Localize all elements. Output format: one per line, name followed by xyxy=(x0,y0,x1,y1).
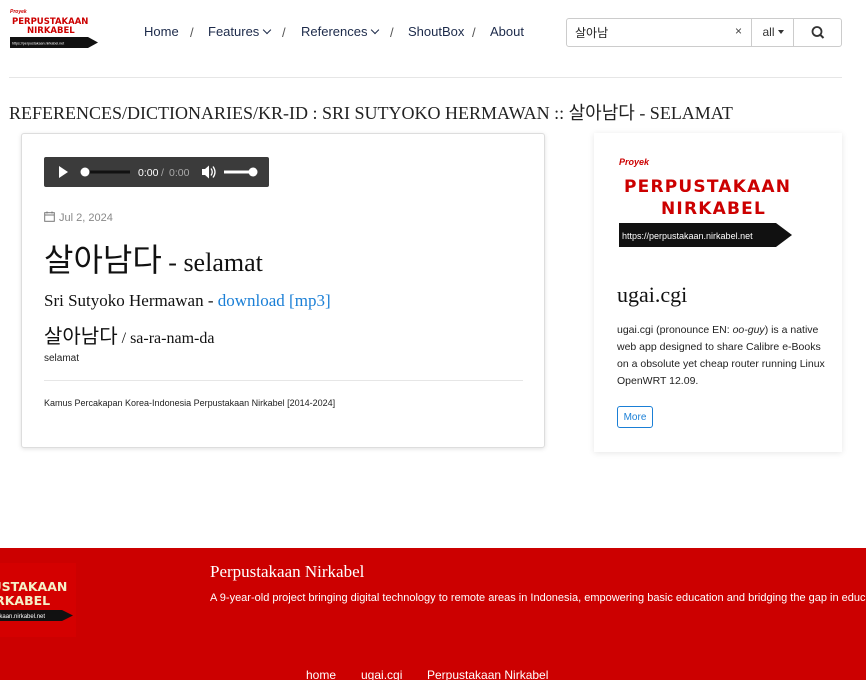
entry-author: Sri Sutyoko Hermawan - download [mp3] xyxy=(44,291,331,311)
sidebar-logo-url: https://perpustakaan.nirkabel.net xyxy=(622,231,753,241)
footer-logo-crop: PERPUSTAKAAN NIRKABEL https://perpustaka… xyxy=(0,563,76,637)
search-icon xyxy=(811,26,825,39)
entry-meaning: selamat xyxy=(44,353,80,364)
footer-logo-line2: NIRKABEL xyxy=(0,593,50,608)
sidebar-desc-prefix: ugai.cgi (pronounce EN: xyxy=(617,324,733,336)
sidebar-logo-line2: NIRKABEL xyxy=(661,199,766,219)
nav-separator: / xyxy=(190,25,194,40)
chevron-down-icon xyxy=(371,25,380,35)
sidebar-logo-line1: PERPUSTAKAAN xyxy=(624,177,791,197)
more-button[interactable]: More xyxy=(617,406,653,428)
audio-current-time: 0:00 xyxy=(138,167,159,179)
download-link[interactable]: download [mp3] xyxy=(218,291,331,310)
entry-divider xyxy=(44,380,523,381)
sidebar-desc-em: oo-guy xyxy=(732,324,765,336)
romanization: sa-ra-nam-da xyxy=(130,330,215,347)
logo-proyek: Proyek xyxy=(10,9,27,15)
calendar-icon xyxy=(44,211,55,222)
clear-icon[interactable]: × xyxy=(735,24,742,38)
entry-title-kr: 살아남다 xyxy=(44,242,162,278)
nav-shoutbox-label: ShoutBox xyxy=(408,24,465,39)
nav-shoutbox[interactable]: ShoutBox xyxy=(408,24,464,39)
search-button[interactable] xyxy=(793,19,842,46)
entry-romanization: 살아남다 / sa-ra-nam-da xyxy=(44,320,214,349)
audio-time-separator: / xyxy=(161,167,164,179)
chevron-down-icon xyxy=(263,25,272,35)
footer-title: Perpustakaan Nirkabel xyxy=(210,562,365,581)
seek-handle[interactable] xyxy=(80,167,90,177)
author-sep: - xyxy=(203,291,218,310)
search-bar: × all xyxy=(566,18,842,47)
author-name: Sri Sutyoko Hermawan xyxy=(44,291,204,310)
search-input[interactable] xyxy=(567,19,751,46)
header-divider xyxy=(9,77,842,78)
nav-features-label: Features xyxy=(208,24,260,39)
breadcrumb: REFERENCES/DICTIONARIES/KR-ID : SRI SUTY… xyxy=(9,103,733,123)
volume-handle[interactable] xyxy=(248,167,258,177)
entry-title-sep: - xyxy=(161,248,184,277)
nav-separator: / xyxy=(390,25,394,40)
nav-features[interactable]: Features xyxy=(208,24,272,39)
audio-duration: 0:00 xyxy=(169,167,190,179)
sidebar-description: ugai.cgi (pronounce EN: oo-guy) is a nat… xyxy=(617,322,829,390)
entry-date-text: Jul 2, 2024 xyxy=(59,212,113,224)
play-icon[interactable] xyxy=(59,166,68,178)
audio-player[interactable]: 0:00 / 0:00 xyxy=(44,157,269,187)
search-scope-select[interactable]: all xyxy=(751,19,794,46)
nav-references[interactable]: References xyxy=(301,24,380,39)
sidebar-title: ugai.cgi xyxy=(617,282,688,307)
footer-logo-url: https://perpustakaan.nirkabel.net xyxy=(0,614,45,620)
nav-references-label: References xyxy=(301,24,368,39)
nav-separator: / xyxy=(282,25,286,40)
nav-home[interactable]: Home xyxy=(144,24,179,39)
entry-source: Kamus Percakapan Korea-Indonesia Perpust… xyxy=(44,398,336,408)
logo-line2: NIRKABEL xyxy=(27,26,75,36)
logo-url: https://perpustakaan.nirkabel.net xyxy=(12,42,64,46)
footer-logo-line1: PERPUSTAKAAN xyxy=(0,579,67,594)
footer xyxy=(0,548,866,680)
search-scope-label: all xyxy=(762,25,775,39)
footer-description: A 9-year-old project bringing digital te… xyxy=(210,592,866,604)
nav-about-label: About xyxy=(490,24,524,39)
nav-home-label: Home xyxy=(144,24,179,39)
volume-icon[interactable] xyxy=(202,165,216,179)
sidebar-logo: Proyek PERPUSTAKAAN NIRKABEL https://per… xyxy=(619,157,792,247)
nav-separator: / xyxy=(472,25,476,40)
entry-title: 살아남다 - selamat xyxy=(44,242,263,278)
footer-logo: PERPUSTAKAAN NIRKABEL https://perpustaka… xyxy=(0,563,76,637)
sidebar-logo-proyek: Proyek xyxy=(619,157,650,167)
entry-date: Jul 2, 2024 xyxy=(44,211,113,224)
site-logo[interactable]: Proyek PERPUSTAKAAN NIRKABEL https://per… xyxy=(10,8,100,50)
nav-about[interactable]: About xyxy=(490,24,524,39)
word-kr: 살아남다 xyxy=(44,326,118,348)
caret-down-icon xyxy=(777,30,784,34)
entry-title-id: selamat xyxy=(183,248,263,277)
word-sep: / xyxy=(117,330,131,347)
